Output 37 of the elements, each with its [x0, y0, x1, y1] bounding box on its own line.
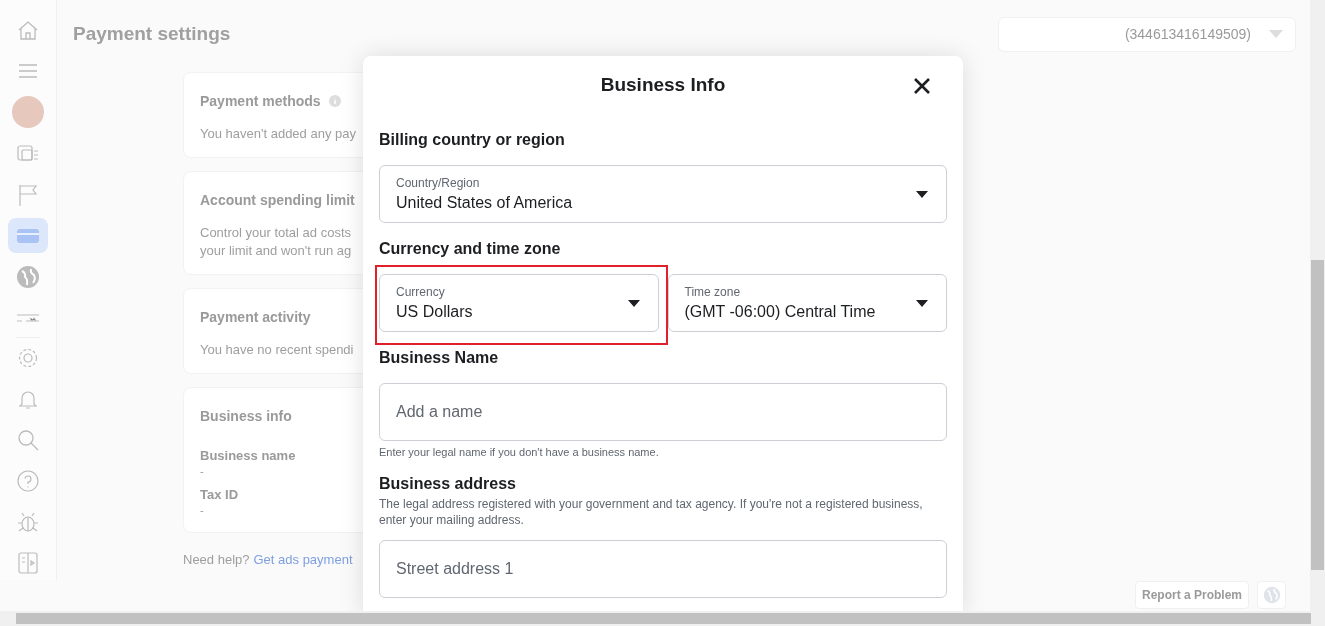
page-title: Payment settings — [73, 23, 231, 45]
vertical-scrollbar[interactable] — [1310, 0, 1325, 611]
card-text: Control your total ad costs — [200, 225, 353, 240]
caret-icon — [1269, 30, 1283, 38]
section-heading: Currency and time zone — [379, 240, 562, 258]
language-button[interactable] — [1257, 581, 1286, 609]
field-value: - — [200, 465, 205, 477]
caret-icon — [916, 299, 928, 307]
section-heading: Business Name — [379, 349, 500, 367]
help-text: Need help? — [183, 552, 250, 567]
card-title: Account spending limit — [200, 192, 355, 208]
card-text: You have no recent spendi — [200, 342, 355, 357]
field-hint: Enter your legal name if you don't have a business name. — [379, 446, 660, 458]
card-text: You haven't added any pay — [200, 126, 357, 141]
dropdown-field[interactable]: Currency US Dollars — [379, 274, 659, 332]
field-label: Business name — [200, 448, 297, 463]
card-nav-icon[interactable] — [8, 218, 48, 253]
close-button[interactable] — [913, 77, 931, 95]
field-label: Tax ID — [200, 487, 240, 502]
input-field[interactable]: Add a name — [379, 383, 947, 441]
card-title: Payment methods — [200, 93, 321, 109]
input-field[interactable]: Street address 1 — [379, 540, 947, 598]
section-heading: Billing country or region — [379, 131, 566, 149]
globe-icon — [1262, 586, 1281, 604]
horizontal-scrollbar[interactable] — [0, 611, 1325, 626]
dialog-title: Business Info — [600, 74, 726, 96]
caret-icon — [916, 190, 928, 198]
close-icon — [914, 78, 930, 94]
card-text: your limit and won't run ag — [200, 243, 353, 258]
caret-icon — [627, 299, 640, 307]
section-heading: Business address — [379, 475, 517, 493]
card-title: Payment activity — [200, 309, 311, 325]
field-value: - — [200, 504, 205, 516]
dropdown-field[interactable]: Time zone (GMT -06:00) Central Time — [667, 274, 947, 332]
dropdown-field[interactable]: Country/Region United States of America — [379, 165, 947, 223]
card-title: Business info — [200, 408, 292, 424]
section-description: The legal address registered with your government and tax agency. If you're not a registered business, enter your mailing address. — [379, 496, 924, 528]
